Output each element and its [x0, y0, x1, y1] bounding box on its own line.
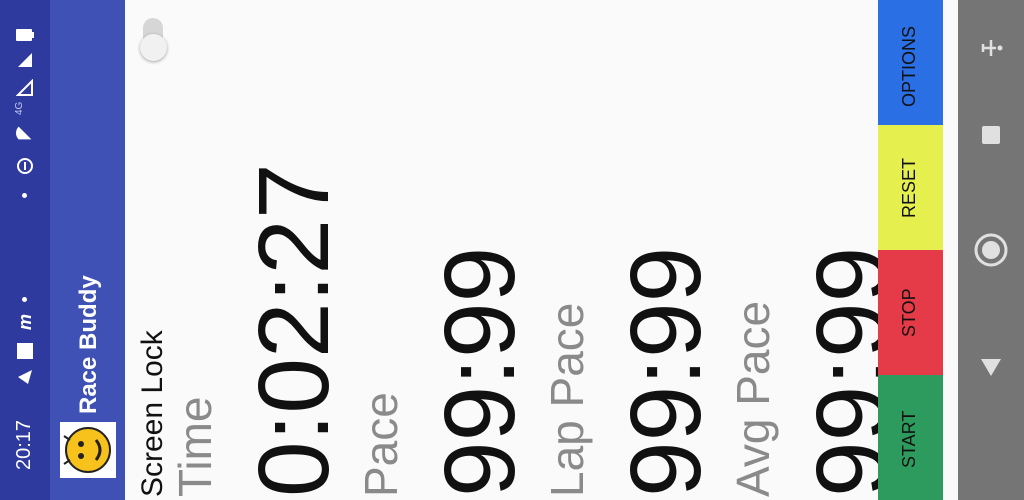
options-button-label: OPTIONS	[899, 25, 919, 107]
start-button[interactable]: START	[878, 375, 943, 500]
status-time: 20:17	[13, 419, 35, 470]
lap-pace-label: Lap Pace	[541, 302, 593, 497]
app-logo-icon	[60, 422, 116, 478]
dot-notification-icon	[22, 297, 27, 302]
cell-signal-full-icon	[18, 53, 32, 67]
navigation-arrow-icon	[18, 370, 32, 384]
button-column-margin	[943, 0, 958, 500]
pace-label: Pace	[355, 392, 407, 497]
wifi-icon	[15, 126, 32, 140]
app-title: Race Buddy	[75, 275, 102, 414]
pace-value: 99:99	[424, 246, 536, 497]
accessibility-icon[interactable]	[980, 36, 1004, 60]
screen-lock-label: Screen Lock	[136, 330, 169, 497]
m-notification-icon: m	[15, 313, 35, 330]
square-notification-icon	[17, 343, 33, 359]
status-bar: 20:17 m 4G	[0, 0, 50, 500]
do-not-disturb-icon	[17, 158, 33, 174]
network-type: 4G	[14, 101, 25, 115]
lap-pace-value: 99:99	[610, 246, 722, 497]
toggle-thumb	[140, 34, 167, 61]
reset-button[interactable]: RESET	[878, 125, 943, 250]
start-button-label: START	[899, 410, 919, 468]
screen-lock-toggle[interactable]	[140, 18, 167, 61]
back-triangle-icon[interactable]	[980, 356, 1002, 378]
stop-button[interactable]: STOP	[878, 250, 943, 375]
time-value: 0:02:27	[238, 163, 350, 497]
battery-icon	[16, 29, 34, 41]
reset-button-label: RESET	[899, 157, 919, 218]
options-button[interactable]: OPTIONS	[878, 0, 943, 125]
time-label: Time	[169, 396, 221, 497]
dot-icon	[22, 193, 27, 198]
app-bar: Race Buddy	[50, 0, 125, 500]
overview-square-icon[interactable]	[982, 126, 1000, 144]
navigation-bar	[958, 0, 1024, 500]
avg-pace-label: Avg Pace	[727, 300, 779, 497]
stop-button-label: STOP	[899, 288, 919, 337]
home-circle-icon[interactable]	[973, 232, 1009, 268]
cell-signal-icon	[16, 79, 33, 96]
